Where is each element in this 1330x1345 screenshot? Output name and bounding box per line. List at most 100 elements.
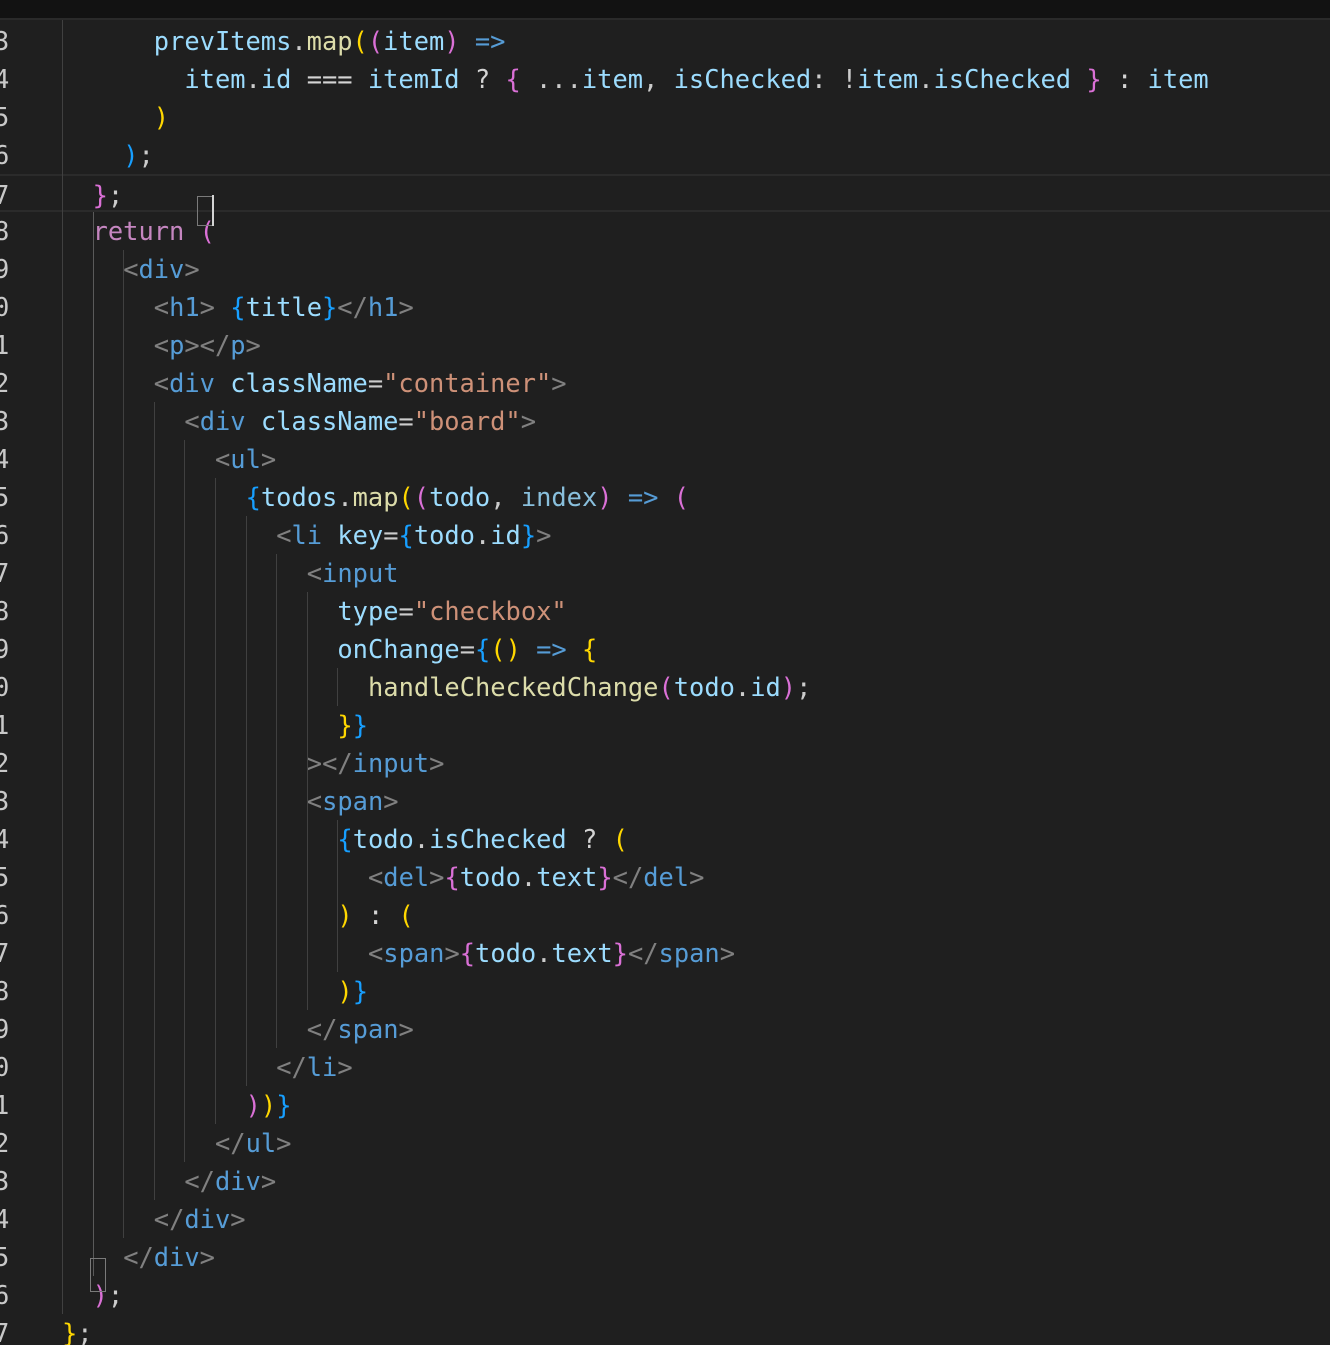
- code-token: >: [199, 1242, 215, 1272]
- code-token: </: [184, 1166, 215, 1196]
- code-token: >: [719, 938, 735, 968]
- code-line[interactable]: 2 ></input>: [0, 744, 1330, 782]
- code-line[interactable]: 3 <div className="board">: [0, 402, 1330, 440]
- code-line[interactable]: 0 handleCheckedChange(todo.id);: [0, 668, 1330, 706]
- code-token: ): [337, 900, 353, 930]
- code-token: }: [1086, 64, 1102, 94]
- line-number: 7: [0, 1318, 10, 1345]
- line-number: 5: [0, 862, 10, 892]
- code-token: id: [490, 520, 521, 550]
- indent-guide: [62, 0, 63, 1314]
- code-token: .: [734, 672, 751, 702]
- code-text: </div>: [123, 1238, 215, 1276]
- code-token: className: [260, 406, 399, 436]
- code-line[interactable]: 3 <span>: [0, 782, 1330, 820]
- code-line[interactable]: 5 <del>{todo.text}</del>: [0, 858, 1330, 896]
- code-line[interactable]: 5 {todos.map((todo, index) => (: [0, 478, 1330, 516]
- code-token: return: [92, 216, 185, 246]
- code-token: del: [383, 862, 430, 892]
- line-number: 2: [0, 1128, 10, 1158]
- code-text: {todo.isChecked ? (: [337, 820, 627, 858]
- code-text: ) : (: [337, 896, 413, 934]
- code-token: id: [750, 672, 781, 702]
- code-token: "container": [383, 368, 552, 398]
- line-number: 7: [0, 938, 10, 968]
- code-line[interactable]: 4 {todo.isChecked ? (: [0, 820, 1330, 858]
- code-line[interactable]: 9 <div>: [0, 250, 1330, 288]
- indent-guide: [245, 516, 247, 1086]
- code-token: ): [123, 140, 139, 170]
- code-line[interactable]: 3 prevItems.map((item) =>: [0, 22, 1330, 60]
- indent-guide: [306, 592, 308, 1010]
- code-line[interactable]: 5): [0, 98, 1330, 136]
- code-line[interactable]: 6 <li key={todo.id}>: [0, 516, 1330, 554]
- code-line[interactable]: 7 <input: [0, 554, 1330, 592]
- code-text: };: [62, 1314, 93, 1345]
- code-token: =: [398, 406, 414, 436]
- code-line[interactable]: 7 <span>{todo.text}</span>: [0, 934, 1330, 972]
- code-token: >: [276, 1128, 292, 1158]
- code-token: item: [581, 64, 644, 94]
- code-line[interactable]: 6);: [0, 136, 1330, 174]
- code-line[interactable]: 9 onChange={() => {: [0, 630, 1330, 668]
- code-line[interactable]: 7};: [0, 1314, 1330, 1345]
- code-token: todo: [352, 824, 414, 854]
- code-line[interactable]: 4 </div>: [0, 1200, 1330, 1238]
- code-line[interactable]: 4 item.id === itemId ? { ...item, isCheck…: [0, 60, 1330, 98]
- code-line[interactable]: 2 </ul>: [0, 1124, 1330, 1162]
- code-token: .: [918, 64, 934, 94]
- line-number: 6: [0, 140, 10, 170]
- code-line[interactable]: 6) : (: [0, 896, 1330, 934]
- code-token: todo: [429, 482, 491, 512]
- code-token: </: [215, 1128, 246, 1158]
- code-token: >: [429, 748, 445, 778]
- code-line[interactable]: 5 </div>: [0, 1238, 1330, 1276]
- code-token: : !: [811, 64, 858, 94]
- line-number: 4: [0, 64, 10, 94]
- code-line[interactable]: 8 type="checkbox": [0, 592, 1330, 630]
- code-text: type="checkbox": [337, 592, 566, 630]
- code-text: handleCheckedChange(todo.id);: [368, 668, 811, 706]
- code-token: <: [276, 520, 292, 550]
- code-line[interactable]: 8)}: [0, 972, 1330, 1010]
- code-line[interactable]: 0 <h1> {title}</h1>: [0, 288, 1330, 326]
- code-line[interactable]: 6);: [0, 1276, 1330, 1314]
- code-token: .: [413, 824, 430, 854]
- code-token: >: [536, 520, 552, 550]
- code-token: isChecked: [429, 824, 567, 854]
- code-line[interactable]: 0 </li>: [0, 1048, 1330, 1086]
- code-text: )}: [337, 972, 368, 1010]
- code-token: ?: [566, 824, 613, 854]
- code-token: <: [153, 330, 170, 360]
- code-token: >: [260, 1166, 277, 1196]
- code-line[interactable]: 3 </div>: [0, 1162, 1330, 1200]
- code-token: =: [398, 596, 414, 626]
- code-line[interactable]: 4 <ul>: [0, 440, 1330, 478]
- matching-bracket-highlight-close: [90, 1258, 106, 1292]
- code-token: del: [643, 862, 690, 892]
- code-token: }: [597, 862, 613, 892]
- code-token: >: [184, 254, 200, 284]
- line-number: 3: [0, 786, 10, 816]
- code-line[interactable]: 1))}: [0, 1086, 1330, 1124]
- code-line[interactable]: 1 <p></p>: [0, 326, 1330, 364]
- code-token: {: [337, 824, 353, 854]
- code-line[interactable]: 2 <div className="container">: [0, 364, 1330, 402]
- code-editor[interactable]: 2setTodos((prevItems) =>3prevItems.map((…: [0, 0, 1330, 1345]
- code-token: ...: [520, 64, 582, 94]
- code-token: p: [230, 330, 246, 360]
- code-line[interactable]: 1}}: [0, 706, 1330, 744]
- indent-guide: [153, 402, 155, 1200]
- code-token: .: [474, 520, 491, 550]
- code-token: ></: [184, 330, 231, 360]
- code-token: {: [245, 482, 261, 512]
- code-line[interactable]: 9 </span>: [0, 1010, 1330, 1048]
- line-number: 1: [0, 710, 10, 740]
- line-number: 5: [0, 482, 10, 512]
- line-number: 3: [0, 1166, 10, 1196]
- code-token: ): [153, 102, 170, 132]
- code-token: >: [398, 1014, 414, 1044]
